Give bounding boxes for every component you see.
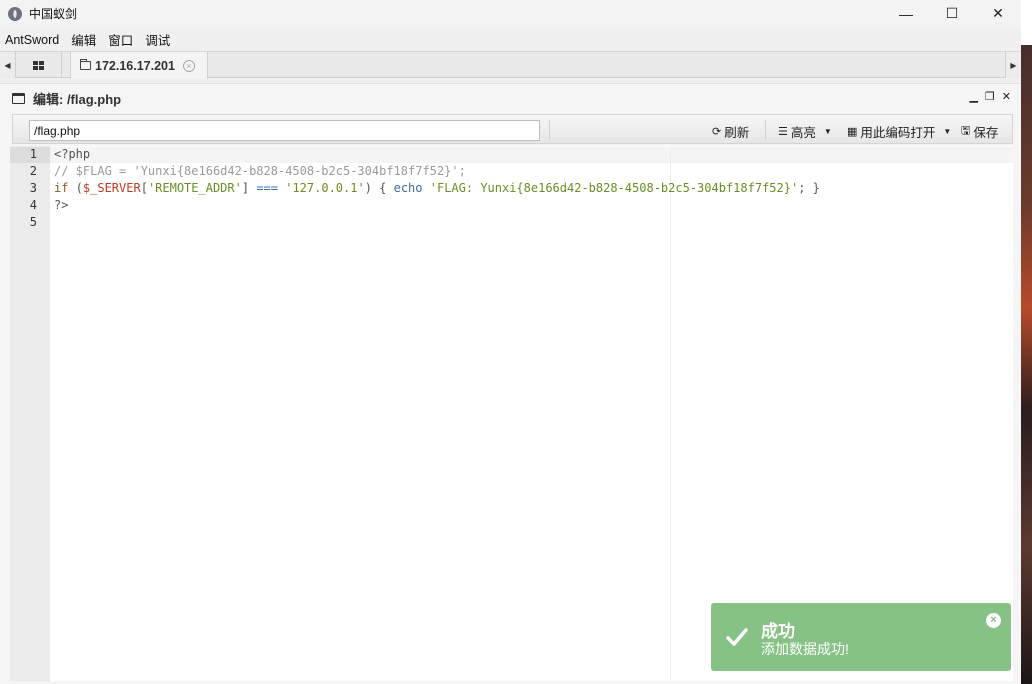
code-token: echo (393, 181, 423, 195)
code-token: === (249, 181, 286, 195)
list-icon: ☰ (778, 126, 788, 138)
highlight-dropdown[interactable]: ☰ 高亮 ▼ (778, 122, 832, 141)
panel-restore-button[interactable]: ❐ (985, 90, 995, 103)
panel-title: 编辑: /flag.php (33, 91, 122, 107)
code-editor[interactable]: 1 2 3 4 5 <?php // $FLAG = 'Yunxi{8e166d… (10, 146, 1013, 681)
menu-debug[interactable]: 调试 (139, 30, 176, 49)
refresh-label: 刷新 (724, 126, 750, 140)
toast-close-icon[interactable]: × (986, 613, 1001, 628)
chevron-down-icon: ▼ (943, 127, 952, 136)
code-token: if (54, 181, 69, 195)
panel-minimize-button[interactable]: ▁ (969, 90, 977, 103)
editor-toolbar: ⟳ 刷新 ☰ 高亮 ▼ ▦ 用此编码打开 ▼ 🖫 保存 (12, 114, 1013, 144)
window-icon (12, 92, 25, 104)
refresh-icon: ⟳ (712, 126, 722, 138)
tab-home[interactable] (16, 52, 62, 78)
antsword-logo-icon (8, 6, 22, 21)
code-line-1: <?php (54, 147, 91, 161)
active-line-highlight (50, 147, 1013, 163)
code-token: ; } (798, 181, 820, 195)
menu-edit[interactable]: 编辑 (65, 30, 102, 49)
checkmark-icon (726, 628, 748, 646)
line-number: 1 (29, 147, 37, 161)
refresh-button[interactable]: ⟳ 刷新 (712, 122, 749, 141)
antsword-window: 中国蚁剑 — ☐ ✕ AntSword 编辑 窗口 调试 ◀ 172.16.17… (0, 0, 1032, 684)
code-token: ( (68, 181, 83, 195)
code-token: 'FLAG: Yunxi{8e166d42-b828-4508-b2c5-304… (422, 181, 799, 195)
line-number: 3 (29, 181, 37, 195)
code-line-3: if ($_SERVER['REMOTE_ADDR'] === '127.0.0… (54, 180, 820, 197)
panel-controls: ▁ ❐ ✕ (969, 90, 1011, 103)
code-token: $_SERVER (82, 181, 141, 195)
tab-connection[interactable]: 172.16.17.201 × (70, 52, 208, 79)
panel-close-button[interactable]: ✕ (1002, 90, 1011, 103)
tab-close-icon[interactable]: × (182, 59, 195, 72)
editor-panel: 编辑: /flag.php ▁ ❐ ✕ ⟳ 刷新 ☰ 高亮 ▼ ▦ 用此编码打 (0, 83, 1021, 684)
encoding-icon: ▦ (847, 126, 858, 138)
title-bar: 中国蚁剑 — ☐ ✕ (0, 0, 1021, 27)
code-line-2: // $FLAG = 'Yunxi{8e166d42-b828-4508-b2c… (54, 164, 466, 178)
window-title: 中国蚁剑 (29, 7, 78, 21)
open-with-encoding-label: 用此编码打开 (860, 126, 936, 140)
menu-bar: AntSword 编辑 窗口 调试 (0, 29, 1021, 50)
line-number: 5 (29, 215, 37, 229)
menu-antsword[interactable]: AntSword (0, 33, 65, 47)
floppy-disk-icon: 🖫 (961, 125, 971, 137)
toast-message: 添加数据成功! (761, 641, 849, 657)
chevron-down-icon: ▼ (823, 127, 832, 136)
success-toast: 成功 添加数据成功! × (711, 603, 1011, 671)
save-label: 保存 (973, 126, 999, 140)
window-controls: — ☐ ✕ (883, 0, 1021, 27)
code-token: [ (140, 181, 148, 195)
minimize-button[interactable]: — (883, 0, 929, 27)
open-with-encoding-dropdown[interactable]: ▦ 用此编码打开 ▼ (847, 122, 951, 141)
save-button[interactable]: 🖫 保存 (961, 122, 998, 141)
file-path-input[interactable] (29, 120, 540, 141)
code-line-4: ?> (54, 198, 69, 212)
line-number: 4 (29, 198, 37, 212)
tab-connection-label: 172.16.17.201 (95, 58, 175, 73)
code-token: ) { (364, 181, 394, 195)
code-token: ] (241, 181, 250, 195)
folder-icon (80, 59, 91, 70)
close-button[interactable]: ✕ (975, 0, 1021, 27)
maximize-button[interactable]: ☐ (929, 0, 975, 27)
panel-header: 编辑: /flag.php ▁ ❐ ✕ (0, 84, 1021, 112)
line-number: 2 (29, 164, 37, 178)
tab-scroll-left-icon[interactable]: ◀ (0, 52, 16, 78)
menu-window[interactable]: 窗口 (102, 30, 139, 49)
grid-icon (33, 60, 44, 70)
highlight-label: 高亮 (790, 126, 816, 140)
print-margin (670, 146, 671, 681)
code-token: 'REMOTE_ADDR' (147, 181, 242, 195)
tab-bar: ◀ 172.16.17.201 × ▶ (0, 51, 1021, 79)
code-token: '127.0.0.1' (285, 181, 365, 195)
tab-scroll-right-icon[interactable]: ▶ (1005, 52, 1021, 78)
desktop-background-strip (1021, 0, 1032, 684)
